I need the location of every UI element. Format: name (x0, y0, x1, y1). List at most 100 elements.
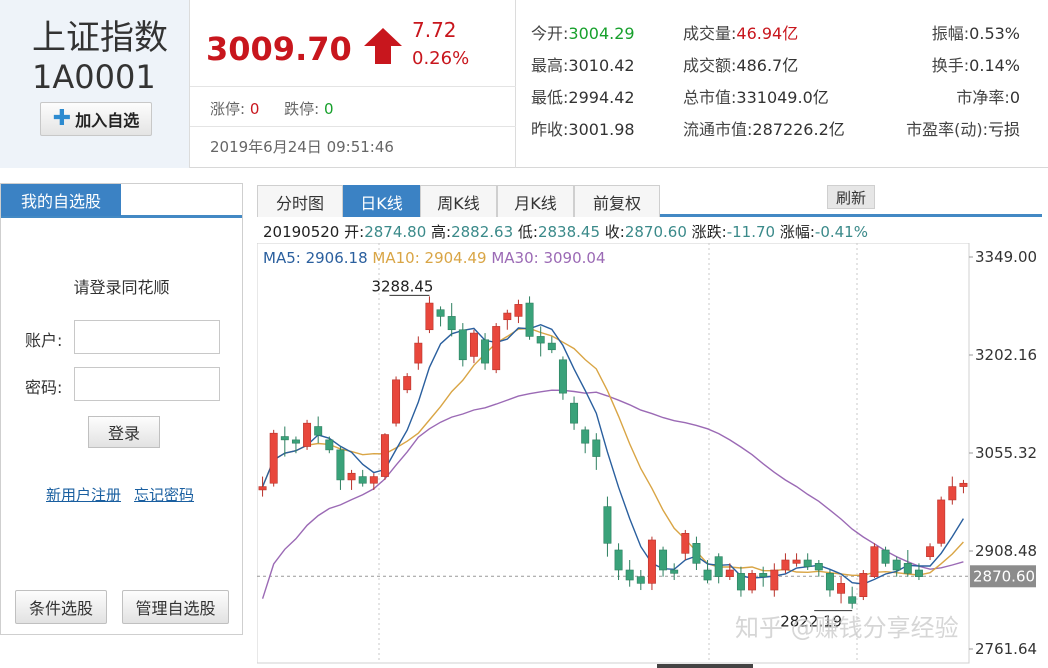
candle-body (291, 439, 300, 444)
password-input[interactable] (74, 367, 220, 401)
ma10-label: MA10: (372, 249, 420, 267)
ma5-label: MA5: (263, 249, 301, 267)
ma5-legend: MA5: 2906.18 (263, 249, 368, 267)
account-input[interactable] (74, 320, 220, 354)
candle-body (536, 336, 545, 344)
candle-body (892, 559, 901, 571)
tab-forward-adjust[interactable]: 前复权 (574, 185, 660, 217)
candle-body (848, 596, 857, 604)
stat-value: 0 (1009, 88, 1020, 107)
candle-body (570, 402, 579, 424)
stat-item: 最低:2994.42 (531, 84, 635, 108)
candle-body (803, 559, 812, 567)
stat-value: 2994.42 (568, 88, 635, 107)
quote-timestamp: 2019年6月24日 09:51:46 (210, 138, 394, 156)
tab-my-favorites[interactable]: 我的自选股 (1, 184, 121, 216)
stat-label: 换手: (931, 56, 970, 75)
y-tick-label: 3349.00 (975, 248, 1037, 266)
stat-item: 昨收:3001.98 (531, 116, 635, 140)
ma10-value: 2904.49 (424, 249, 487, 267)
manage-favorites-button[interactable]: 管理自选股 (122, 590, 229, 624)
limit-up-count: 0 (249, 100, 260, 118)
login-button[interactable]: 登录 (88, 416, 160, 448)
candle-body (903, 563, 912, 574)
stat-value: 46.94亿 (736, 24, 799, 43)
candle-body (380, 434, 389, 477)
password-label: 密码: (25, 378, 63, 397)
watermark: 知乎 @赚钱分享经验 (735, 614, 959, 642)
candle-body (280, 436, 289, 441)
candle-body (881, 549, 890, 564)
candle-body (959, 482, 968, 487)
candle-body (336, 449, 345, 481)
stat-item: 成交额:486.7亿 (683, 52, 798, 76)
tab-weekly-k[interactable]: 周K线 (420, 185, 497, 217)
candle-body (781, 559, 790, 571)
candle-body (558, 359, 567, 394)
limit-down-label: 跌停: (284, 100, 320, 118)
candle-body (603, 506, 612, 544)
price-box: 3009.70 7.72 0.26% 涨停: 0 跌停: 0 2019年6月24… (190, 0, 516, 168)
tab-daily-k[interactable]: 日K线 (343, 185, 420, 217)
register-link[interactable]: 新用户注册 (46, 484, 121, 505)
pct-label: 涨幅: (779, 223, 815, 241)
stat-value: 0.53% (969, 24, 1020, 43)
candle-body (592, 439, 601, 457)
stat-label: 昨收: (531, 120, 569, 139)
candle-body (325, 439, 334, 451)
stat-item: 换手:0.14% (932, 52, 1020, 76)
candle-body (759, 573, 768, 577)
stat-label: 最高: (531, 56, 569, 75)
ma30-line (261, 389, 964, 599)
candle-body (870, 546, 879, 577)
divider (190, 86, 516, 87)
y-tick-label: 3202.16 (975, 346, 1037, 364)
candle-body (347, 472, 356, 481)
candle-body (647, 539, 656, 584)
plus-icon: ✚ (52, 106, 72, 131)
candle-body (514, 304, 523, 317)
quote-header: 上证指数 1A0001 ✚ 加入自选 3009.70 7.72 0.26% 涨停… (0, 0, 1048, 168)
candle-body (792, 559, 801, 564)
ma5-value: 2906.18 (305, 249, 368, 267)
ma30-value: 3090.04 (543, 249, 606, 267)
forgot-password-link[interactable]: 忘记密码 (134, 484, 194, 505)
candle-body (314, 426, 323, 436)
tab-monthly-k[interactable]: 月K线 (497, 185, 574, 217)
candle-body (358, 476, 367, 484)
add-to-favorites-button[interactable]: ✚ 加入自选 (40, 102, 152, 136)
limit-up-label: 涨停: (210, 100, 246, 118)
ma30-legend: MA30: 3090.04 (491, 249, 605, 267)
stat-item: 今开:3004.29 (531, 20, 635, 44)
open-value: 2874.80 (364, 223, 427, 241)
condition-screen-button[interactable]: 条件选股 (15, 590, 107, 624)
candle-body (492, 326, 501, 371)
candle-body (859, 573, 868, 598)
candle-body (736, 573, 745, 591)
stat-label: 总市值: (683, 88, 737, 107)
stat-label: 成交量: (683, 24, 737, 43)
candle-body (447, 316, 456, 331)
ohlc-date: 20190520 (263, 223, 340, 241)
stat-item: 最高:3010.42 (531, 52, 635, 76)
candle-body (748, 573, 757, 591)
candle-body (948, 486, 957, 501)
stat-value: 331049.0亿 (736, 88, 829, 107)
candle-body (403, 376, 412, 391)
up-arrow-icon (364, 28, 402, 64)
tab-intraday[interactable]: 分时图 (257, 185, 343, 217)
close-value: 2870.60 (624, 223, 687, 241)
candle-body (469, 332, 478, 357)
stat-label: 市净率: (956, 88, 1010, 107)
candle-body (692, 543, 701, 564)
candle-body (625, 569, 634, 581)
low-label: 低: (517, 223, 538, 241)
stat-item: 振幅:0.53% (932, 20, 1020, 44)
refresh-button[interactable]: 刷新 (827, 185, 875, 209)
candle-body (659, 549, 668, 571)
stat-label: 今开: (531, 24, 569, 43)
kline-chart[interactable]: 3349.00 3202.16 3055.32 2908.48 2761.64 2870.… (257, 243, 1048, 668)
stat-label: 成交额: (683, 56, 737, 75)
stat-value: 亏损 (987, 120, 1020, 139)
candle-body (825, 573, 834, 591)
